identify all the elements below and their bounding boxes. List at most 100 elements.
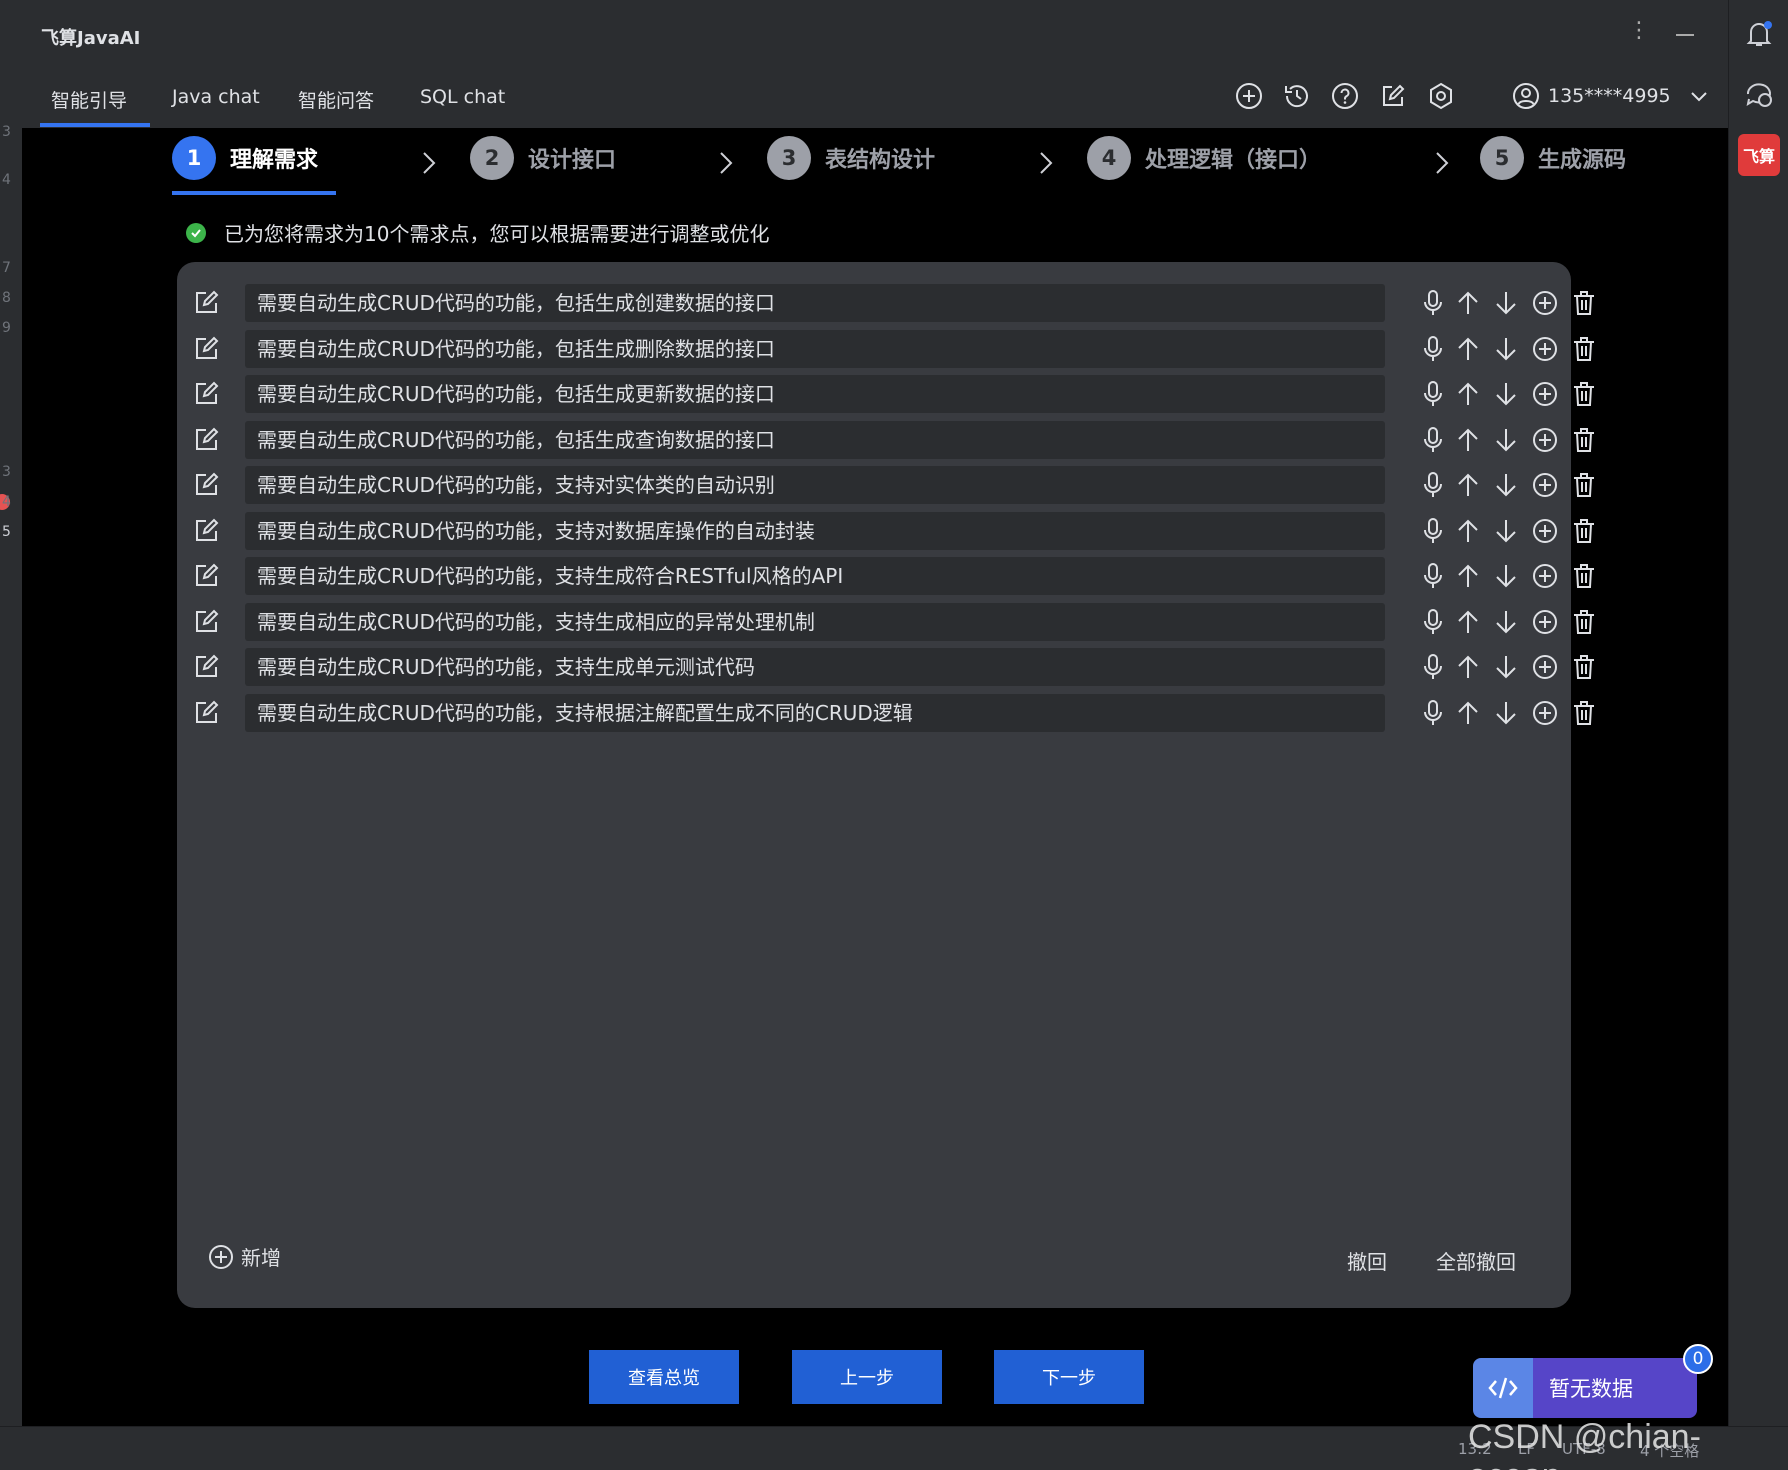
insert-icon[interactable] (1530, 334, 1560, 364)
microphone-icon[interactable] (1418, 561, 1448, 591)
previous-step-button[interactable]: 上一步 (792, 1350, 942, 1404)
move-up-icon[interactable] (1453, 334, 1483, 364)
notice-text: 已为您将需求为10个需求点，您可以根据需要进行调整或优化 (224, 222, 770, 246)
microphone-icon[interactable] (1418, 516, 1448, 546)
edit-icon[interactable] (193, 607, 221, 635)
microphone-icon[interactable] (1418, 607, 1448, 637)
move-up-icon[interactable] (1453, 425, 1483, 455)
code-result-widget[interactable]: 暂无数据 (1473, 1358, 1697, 1418)
microphone-icon[interactable] (1418, 652, 1448, 682)
move-down-icon[interactable] (1491, 652, 1521, 682)
move-down-icon[interactable] (1491, 379, 1521, 409)
insert-icon[interactable] (1530, 561, 1560, 591)
move-down-icon[interactable] (1491, 288, 1521, 318)
more-options-icon[interactable]: ⋮ (1628, 18, 1650, 43)
insert-icon[interactable] (1530, 470, 1560, 500)
settings-icon[interactable] (1426, 81, 1456, 111)
edit-icon[interactable] (193, 516, 221, 544)
insert-icon[interactable] (1530, 698, 1560, 728)
delete-icon[interactable] (1569, 470, 1599, 500)
move-up-icon[interactable] (1453, 379, 1483, 409)
step-4[interactable]: 4 处理逻辑（接口） (1087, 136, 1321, 180)
microphone-icon[interactable] (1418, 470, 1448, 500)
ai-assistant-icon[interactable] (1743, 78, 1775, 110)
move-up-icon[interactable] (1453, 607, 1483, 637)
microphone-icon[interactable] (1418, 288, 1448, 318)
requirement-input[interactable]: 需要自动生成CRUD代码的功能，支持对数据库操作的自动封装 (245, 511, 1385, 550)
move-up-icon[interactable] (1453, 698, 1483, 728)
move-up-icon[interactable] (1453, 288, 1483, 318)
move-down-icon[interactable] (1491, 698, 1521, 728)
move-up-icon[interactable] (1453, 516, 1483, 546)
edit-icon[interactable] (1378, 81, 1408, 111)
move-down-icon[interactable] (1491, 334, 1521, 364)
delete-icon[interactable] (1569, 698, 1599, 728)
delete-icon[interactable] (1569, 334, 1599, 364)
help-icon[interactable] (1330, 81, 1360, 111)
tab-smart-qa[interactable]: 智能问答 (298, 86, 374, 113)
move-down-icon[interactable] (1491, 516, 1521, 546)
undo-button[interactable]: 撤回 (1347, 1246, 1387, 1275)
view-overview-button[interactable]: 查看总览 (589, 1350, 739, 1404)
edit-icon[interactable] (193, 334, 221, 362)
insert-icon[interactable] (1530, 607, 1560, 637)
tab-java-chat[interactable]: Java chat (172, 86, 260, 108)
delete-icon[interactable] (1569, 652, 1599, 682)
insert-icon[interactable] (1530, 652, 1560, 682)
add-circle-icon[interactable] (1234, 81, 1264, 111)
edit-icon[interactable] (193, 561, 221, 589)
delete-icon[interactable] (1569, 516, 1599, 546)
user-menu[interactable]: 135****4995 (1512, 81, 1709, 111)
microphone-icon[interactable] (1418, 425, 1448, 455)
delete-icon[interactable] (1569, 561, 1599, 591)
microphone-icon[interactable] (1418, 698, 1448, 728)
move-up-icon[interactable] (1453, 652, 1483, 682)
edit-icon[interactable] (193, 379, 221, 407)
delete-icon[interactable] (1569, 379, 1599, 409)
edit-icon[interactable] (193, 288, 221, 316)
minimize-icon[interactable] (1676, 34, 1694, 36)
edit-icon[interactable] (193, 698, 221, 726)
tab-smart-guide[interactable]: 智能引导 (51, 86, 127, 113)
requirement-input[interactable]: 需要自动生成CRUD代码的功能，包括生成查询数据的接口 (245, 420, 1385, 459)
requirement-input[interactable]: 需要自动生成CRUD代码的功能，包括生成删除数据的接口 (245, 329, 1385, 368)
move-down-icon[interactable] (1491, 425, 1521, 455)
insert-icon[interactable] (1530, 379, 1560, 409)
edit-icon[interactable] (193, 425, 221, 453)
delete-icon[interactable] (1569, 425, 1599, 455)
microphone-icon[interactable] (1418, 379, 1448, 409)
tab-sql-chat[interactable]: SQL chat (420, 86, 505, 108)
step-5[interactable]: 5 生成源码 (1480, 136, 1626, 180)
requirement-input[interactable]: 需要自动生成CRUD代码的功能，支持生成相应的异常处理机制 (245, 602, 1385, 641)
move-down-icon[interactable] (1491, 607, 1521, 637)
requirement-input[interactable]: 需要自动生成CRUD代码的功能，包括生成更新数据的接口 (245, 375, 1385, 413)
edit-icon[interactable] (193, 652, 221, 680)
step-3[interactable]: 3 表结构设计 (767, 136, 935, 180)
undo-all-button[interactable]: 全部撤回 (1436, 1246, 1516, 1275)
add-requirement-button[interactable]: 新增 (207, 1242, 281, 1271)
requirement-input[interactable]: 需要自动生成CRUD代码的功能，支持生成符合RESTful风格的API (245, 557, 1385, 595)
move-down-icon[interactable] (1491, 561, 1521, 591)
feisuan-logo-icon[interactable]: 飞算 (1738, 134, 1780, 176)
requirement-input[interactable]: 需要自动生成CRUD代码的功能，支持对实体类的自动识别 (245, 466, 1385, 504)
edit-icon[interactable] (193, 470, 221, 498)
move-up-icon[interactable] (1453, 470, 1483, 500)
delete-icon[interactable] (1569, 607, 1599, 637)
requirement-input[interactable]: 需要自动生成CRUD代码的功能，支持根据注解配置生成不同的CRUD逻辑 (245, 693, 1385, 732)
tab-bar: 智能引导 Java chat 智能问答 SQL chat 135****4995 (22, 70, 1728, 128)
microphone-icon[interactable] (1418, 334, 1448, 364)
insert-icon[interactable] (1530, 516, 1560, 546)
insert-icon[interactable] (1530, 288, 1560, 318)
delete-icon[interactable] (1569, 288, 1599, 318)
requirement-row: 需要自动生成CRUD代码的功能，支持对数据库操作的自动封装 (193, 511, 1594, 550)
move-up-icon[interactable] (1453, 561, 1483, 591)
next-step-button[interactable]: 下一步 (994, 1350, 1144, 1404)
insert-icon[interactable] (1530, 425, 1560, 455)
step-2[interactable]: 2 设计接口 (470, 136, 616, 180)
history-icon[interactable] (1282, 81, 1312, 111)
requirement-input[interactable]: 需要自动生成CRUD代码的功能，包括生成创建数据的接口 (245, 284, 1385, 322)
step-1[interactable]: 1 理解需求 (172, 136, 318, 180)
notification-bell-icon[interactable] (1743, 18, 1775, 50)
requirement-input[interactable]: 需要自动生成CRUD代码的功能，支持生成单元测试代码 (245, 648, 1385, 686)
move-down-icon[interactable] (1491, 470, 1521, 500)
